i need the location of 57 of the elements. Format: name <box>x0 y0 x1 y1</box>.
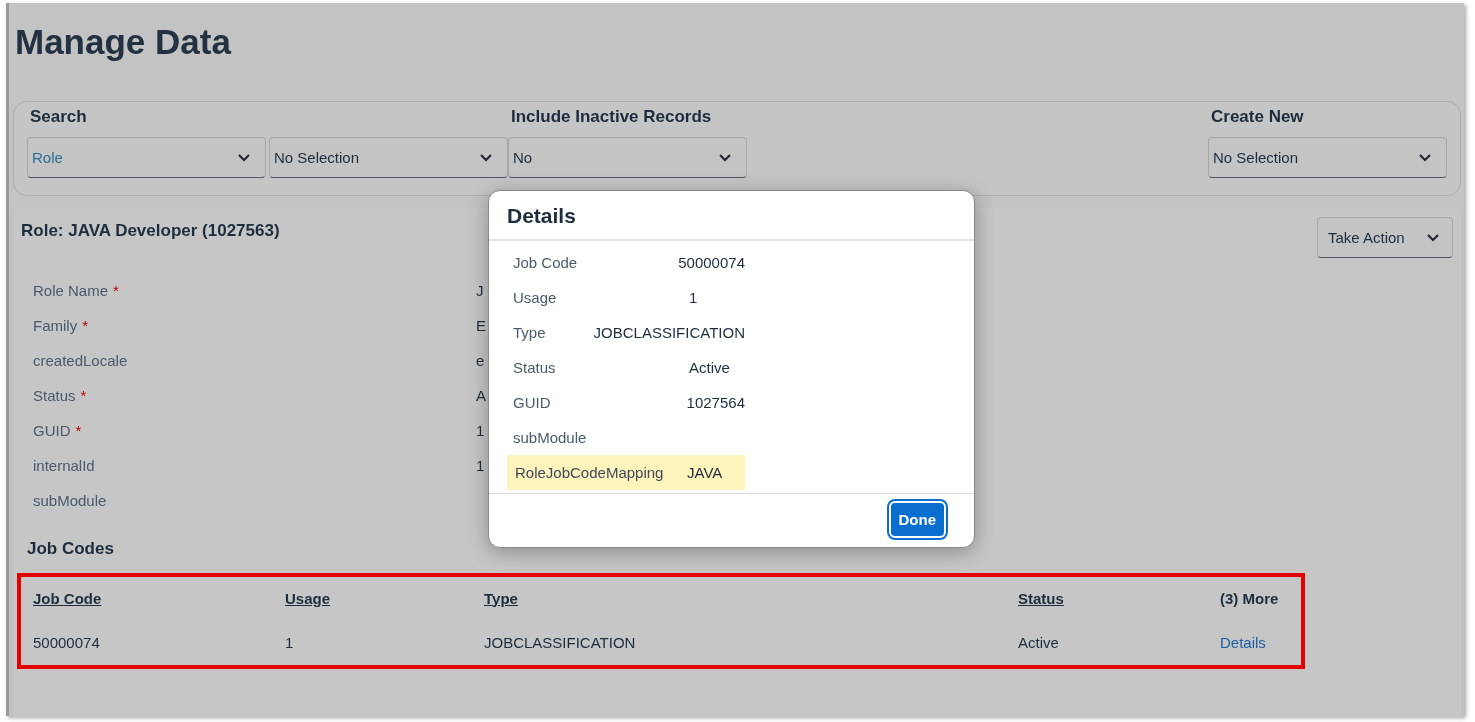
chevron-down-icon <box>237 152 251 163</box>
detail-label: GUID <box>512 394 552 411</box>
detail-label: Job Code <box>512 254 579 271</box>
field-label: subModule <box>33 492 107 509</box>
dropdown-select[interactable]: No <box>508 137 747 178</box>
field-value: A <box>476 387 486 404</box>
done-button[interactable]: Done <box>888 501 946 538</box>
column-header[interactable]: Type <box>484 589 1018 607</box>
field-label: GUID <box>33 422 71 439</box>
detail-label: RoleJobCodeMapping <box>514 464 665 481</box>
chevron-down-icon <box>479 152 493 163</box>
column-header[interactable]: Job Code <box>33 589 285 607</box>
field-label: Family <box>33 317 78 334</box>
detail-label: Status <box>512 359 557 376</box>
filter-label: Create New <box>1211 107 1305 127</box>
column-header: (3) More <box>1220 589 1280 607</box>
take-action-button[interactable]: Take Action <box>1317 217 1453 258</box>
detail-label: Usage <box>512 289 558 306</box>
chevron-down-icon <box>1426 232 1440 243</box>
field-value: 1 <box>476 457 485 474</box>
detail-label: subModule <box>512 429 588 446</box>
dropdown-select[interactable]: No Selection <box>1208 137 1447 178</box>
required-mark: * <box>80 387 87 404</box>
dialog-title: Details <box>507 204 576 227</box>
field-label: createdLocale <box>33 352 128 369</box>
detail-value: 1 <box>689 289 698 306</box>
required-mark: * <box>82 317 88 334</box>
dropdown-select[interactable]: No Selection <box>269 137 508 178</box>
field-label: Status <box>33 387 76 404</box>
field-value: 1 <box>476 422 485 439</box>
filter-label: Include Inactive Records <box>511 107 713 127</box>
column-header[interactable]: Status <box>1018 589 1220 607</box>
details-link[interactable]: Details <box>1220 633 1289 651</box>
field-label: internalId <box>33 457 95 474</box>
detail-label: Type <box>512 324 547 341</box>
chevron-down-icon <box>718 152 732 163</box>
detail-value: JOBCLASSIFICATION <box>593 324 745 341</box>
required-mark: * <box>75 422 82 439</box>
detail-value: 1027564 <box>686 394 745 411</box>
detail-value: Active <box>689 359 730 376</box>
column-header[interactable]: Usage <box>285 589 484 607</box>
record-title: Role: JAVA Developer (1027563) <box>21 221 280 241</box>
table-cell-text: 50000074 <box>33 633 101 651</box>
field-value: E <box>476 317 486 334</box>
page-title: Manage Data <box>15 21 233 63</box>
chevron-down-icon <box>1418 152 1432 163</box>
filter-label: Search <box>30 107 88 127</box>
field-value: J <box>476 282 484 299</box>
required-mark: * <box>113 282 119 299</box>
table-cell-text: Active <box>1018 633 1060 651</box>
table-cell-text: 1 <box>285 633 295 651</box>
field-label: Role Name <box>33 282 109 299</box>
table-cell-text: JOBCLASSIFICATION <box>484 633 637 651</box>
section-title: Job Codes <box>27 539 115 560</box>
detail-value: 50000074 <box>678 254 745 271</box>
detail-value: JAVA <box>687 464 723 481</box>
field-value: e <box>476 352 485 369</box>
